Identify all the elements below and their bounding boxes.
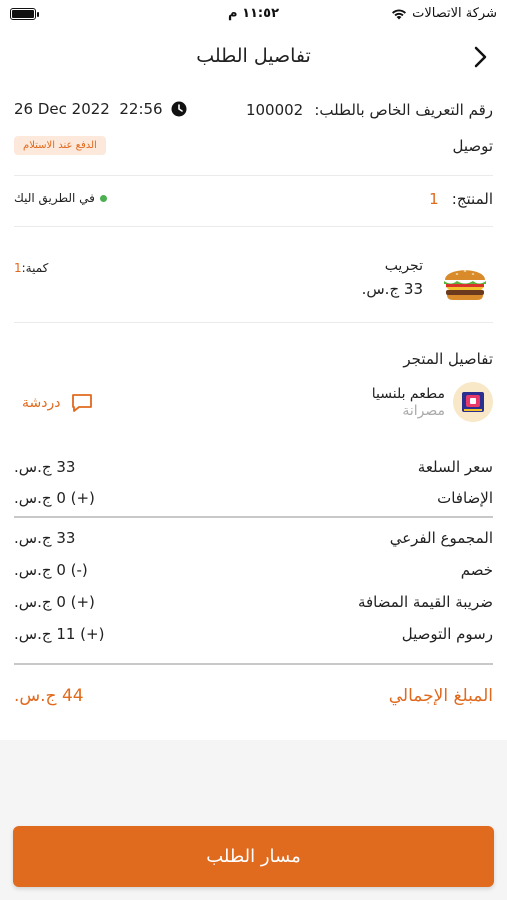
summary-row: سعر السلعة 33 ج.س. [14, 458, 493, 480]
total-label: المبلغ الإجمالي [388, 686, 493, 706]
store-logo [453, 382, 493, 422]
divider [14, 226, 493, 227]
item-qty-label: كمية: [21, 261, 49, 275]
summary-value: (+) 11 ج.س. [14, 625, 105, 643]
back-button[interactable] [465, 42, 495, 72]
item-price: 33 ج.س. [361, 280, 423, 298]
summary-label: رسوم التوصيل [401, 625, 493, 643]
chat-icon [72, 394, 93, 412]
clock-icon [171, 101, 187, 117]
summary-row: الإضافات (+) 0 ج.س. [14, 489, 493, 511]
chat-button[interactable]: دردشة [22, 391, 94, 415]
summary-row: المجموع الفرعي 33 ج.س. [14, 529, 493, 551]
status-dot-icon [99, 195, 107, 202]
battery-icon [10, 8, 39, 20]
order-datetime-group: 26 Dec 2022 22:56 [14, 100, 187, 118]
item-quantity: كمية:1 [14, 261, 48, 275]
total-divider [14, 663, 493, 665]
store-name: مطعم بلنسيا [371, 386, 445, 402]
order-datetime: 26 Dec 2022 22:56 [14, 100, 163, 118]
product-label: المنتج: [451, 190, 493, 208]
store-section-title-row: تفاصيل المتجر [14, 349, 493, 368]
store-subtitle: مصرانة [402, 403, 445, 419]
divider [14, 175, 493, 176]
order-id-value: 100002 [245, 101, 304, 119]
item-name: تجريب [384, 258, 423, 274]
total-value: 44 ج.س. [14, 686, 84, 706]
summary-value: (+) 0 ج.س. [14, 489, 95, 507]
product-count: 1 [429, 190, 439, 208]
summary-label: سعر السلعة [417, 458, 493, 476]
order-id-label: رقم التعريف الخاص بالطلب: [314, 101, 493, 119]
summary-divider [14, 516, 493, 518]
summary-value: (+) 0 ج.س. [14, 593, 95, 611]
summary-value: (-) 0 ج.س. [14, 561, 88, 579]
order-details-card: رقم التعريف الخاص بالطلب: 100002 26 Dec … [0, 86, 507, 740]
summary-row: خصم (-) 0 ج.س. [14, 561, 493, 583]
payment-method-badge: الدفع عند الاستلام [14, 136, 106, 155]
status-bar: شركة الاتصالات ١١:٥٢ م [0, 0, 507, 30]
item-qty-value: 1 [14, 261, 22, 275]
total-row: المبلغ الإجمالي 44 ج.س. [14, 686, 493, 712]
store-section-title: تفاصيل المتجر [403, 350, 493, 368]
store-logo-icon [453, 382, 493, 422]
order-status: في الطريق اليك [14, 191, 107, 205]
summary-label: المجموع الفرعي [389, 529, 493, 547]
nav-bar: تفاصيل الطلب [0, 30, 507, 86]
item-info: تجريب 33 ج.س. [362, 258, 423, 298]
product-image [437, 253, 493, 309]
divider [14, 322, 493, 323]
payment-badge-wrap: الدفع عند الاستلام [14, 133, 106, 155]
summary-row: رسوم التوصيل (+) 11 ج.س. [14, 625, 493, 647]
track-order-label: مسار الطلب [206, 846, 301, 867]
track-order-button[interactable]: مسار الطلب [13, 826, 494, 887]
summary-label: ضريبة القيمة المضافة [357, 593, 493, 611]
status-time: ١١:٥٢ م [228, 6, 279, 21]
order-status-text: في الطريق اليك [14, 191, 95, 205]
summary-row: ضريبة القيمة المضافة (+) 0 ج.س. [14, 593, 493, 615]
summary-label: خصم [460, 561, 493, 579]
chevron-right-icon [474, 46, 487, 68]
summary-value: 33 ج.س. [14, 458, 76, 476]
store-info: مطعم بلنسيا مصرانة [372, 386, 445, 419]
summary-value: 33 ج.س. [14, 529, 76, 547]
delivery-type: توصيل [452, 137, 493, 155]
burger-icon [437, 253, 493, 309]
page-title: تفاصيل الطلب [196, 45, 311, 67]
chat-label: دردشة [22, 395, 61, 411]
summary-label: الإضافات [437, 489, 493, 507]
